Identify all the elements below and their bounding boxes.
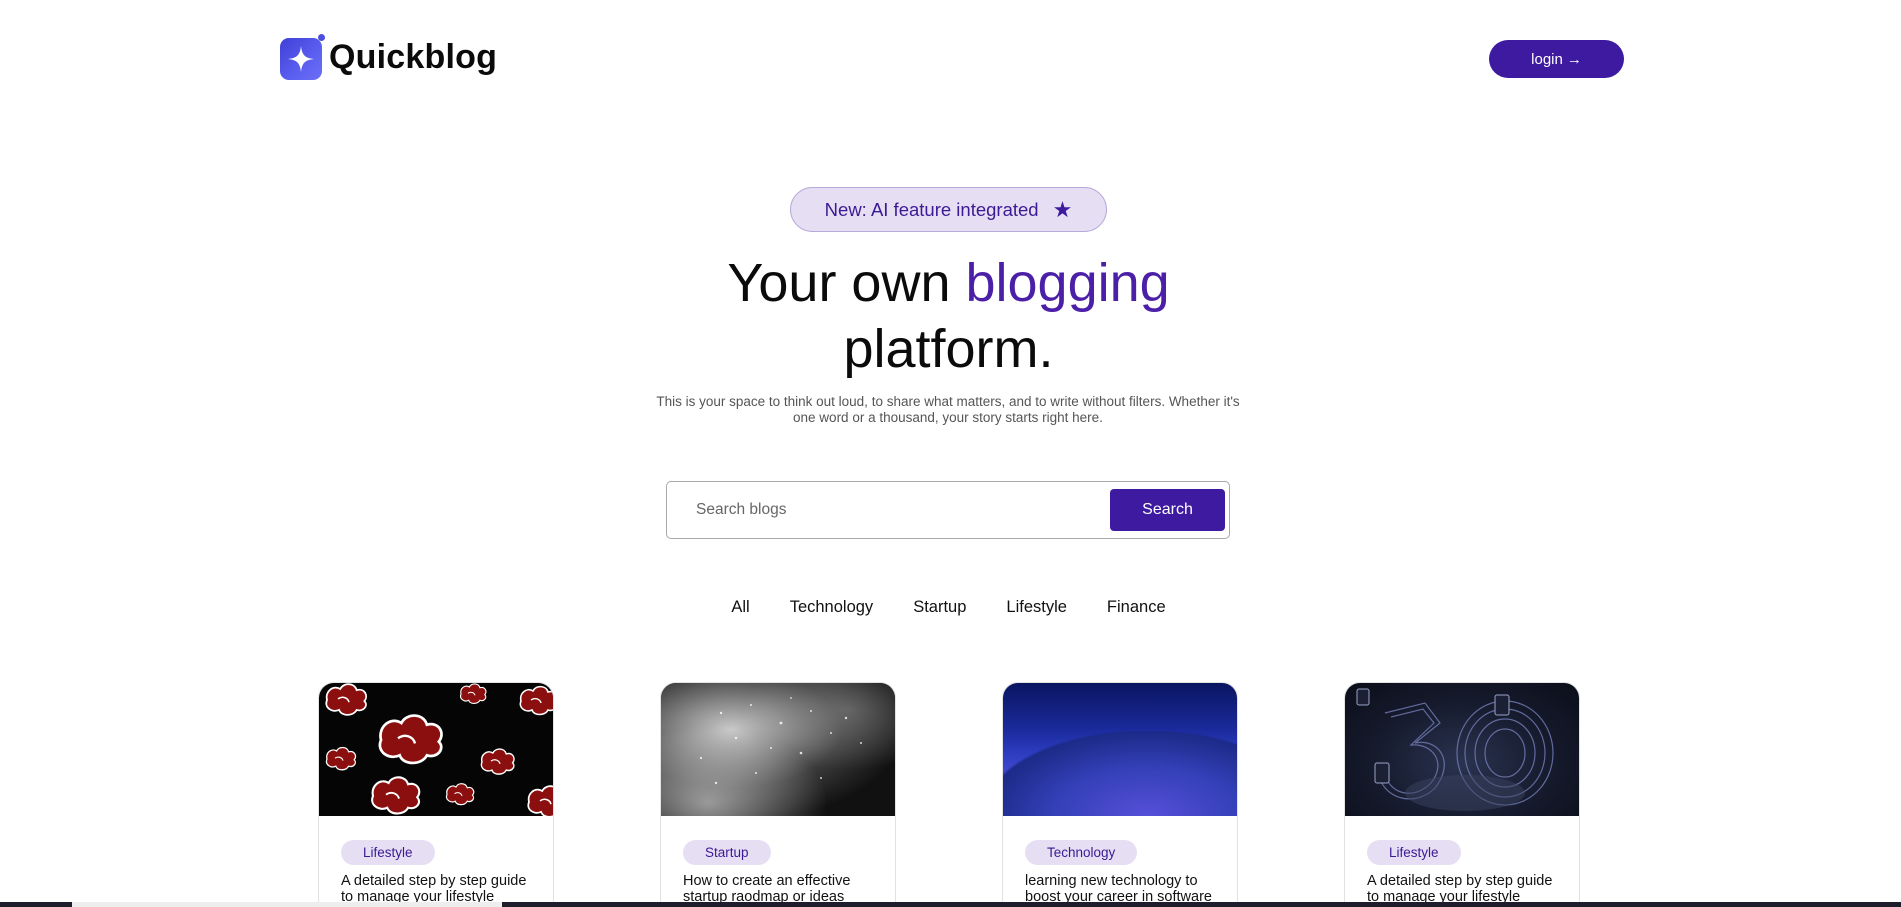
sparkle-logo-icon [274, 30, 325, 84]
headline-post: platform. [843, 319, 1054, 379]
category-lifestyle[interactable]: Lifestyle [986, 598, 1087, 617]
blog-card-title: A detailed step by step guide to manage … [1367, 873, 1553, 905]
brand-logo[interactable]: Quickblog [274, 30, 497, 84]
blog-card[interactable]: Startup How to create an effective start… [660, 682, 896, 907]
category-finance[interactable]: Finance [1087, 598, 1186, 617]
category-tag: Startup [683, 840, 771, 865]
category-filter: All Technology Startup Lifestyle Finance [0, 598, 1897, 617]
headline-pre: Your own [727, 253, 966, 313]
login-button[interactable]: login → [1489, 40, 1624, 78]
search-input[interactable] [681, 492, 1121, 528]
badge-text: New: AI feature integrated [824, 198, 1039, 220]
blog-card-image [661, 683, 895, 816]
page-title: Your own blogging platform. [0, 250, 1897, 382]
blog-card-title: How to create an effective startup raodm… [683, 873, 851, 905]
blog-card-image [1003, 683, 1237, 816]
blog-card[interactable]: Lifestyle A detailed step by step guide … [318, 682, 554, 907]
scrollbar-thumb[interactable] [72, 902, 502, 907]
login-label: login [1531, 50, 1563, 68]
hero-description: This is your space to think out loud, to… [656, 394, 1240, 425]
blog-card[interactable]: Lifestyle A detailed step by step guide … [1344, 682, 1580, 907]
blog-card-title: A detailed step by step guide to manage … [341, 873, 527, 905]
category-all[interactable]: All [711, 598, 769, 617]
category-tag: Lifestyle [341, 840, 435, 865]
arrow-right-icon: → [1566, 50, 1582, 68]
search-bar: Search [666, 481, 1230, 539]
blog-card-title: learning new technology to boost your ca… [1025, 873, 1212, 905]
category-tag: Lifestyle [1367, 840, 1461, 865]
headline-accent: blogging [965, 253, 1170, 313]
blog-card-image [319, 683, 553, 816]
star-icon: ★ [1052, 196, 1073, 222]
category-startup[interactable]: Startup [893, 598, 986, 617]
category-technology[interactable]: Technology [770, 598, 893, 617]
search-button[interactable]: Search [1110, 489, 1225, 531]
blog-card-image [1345, 683, 1579, 816]
category-tag: Technology [1025, 840, 1138, 865]
blog-card[interactable]: Technology learning new technology to bo… [1002, 682, 1238, 907]
announcement-badge: New: AI feature integrated ★ [790, 187, 1107, 232]
horizontal-scrollbar[interactable] [0, 902, 1901, 907]
brand-name: Quickblog [329, 37, 498, 76]
